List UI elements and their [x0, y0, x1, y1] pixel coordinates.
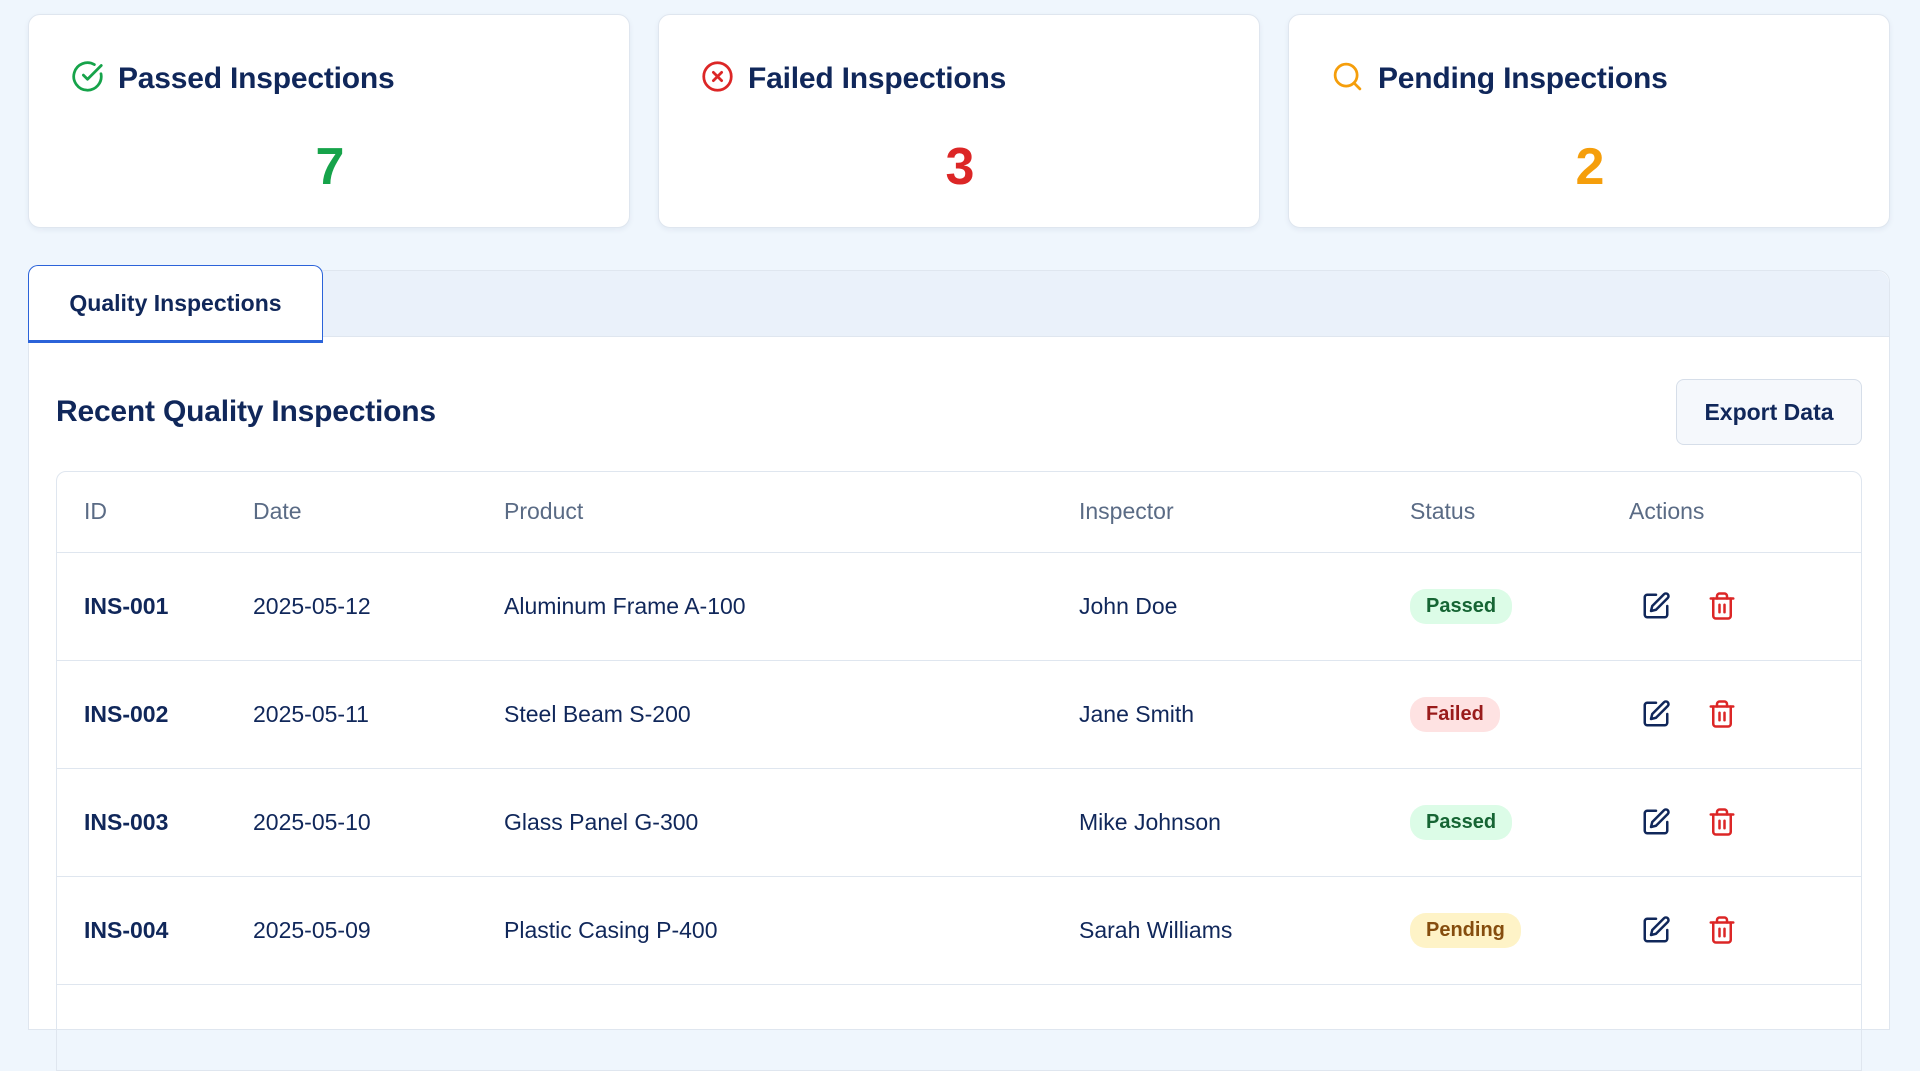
table-row: INS-004 2025-05-09 Plastic Casing P-400 Sar…	[57, 876, 1861, 984]
cell-id: INS-002	[84, 700, 169, 727]
status-badge: Failed	[1410, 696, 1500, 732]
cell-product: Plastic Casing P-400	[504, 916, 718, 943]
trash-icon[interactable]	[1707, 591, 1737, 621]
check-circle-icon	[71, 60, 104, 98]
column-header-status: Status	[1410, 472, 1629, 553]
cell-inspector: Jane Smith	[1079, 700, 1195, 727]
edit-icon[interactable]	[1641, 591, 1671, 621]
cell-inspector: John Doe	[1079, 592, 1178, 619]
section-header: Recent Quality Inspections Export Data	[56, 379, 1862, 445]
tab-strip: Quality Inspections	[28, 265, 1889, 343]
cell-status: Passed	[1410, 768, 1629, 876]
cell-product: Aluminum Frame A-100	[504, 592, 746, 619]
cell-inspector: Sarah Williams	[1079, 916, 1233, 943]
table-header-row: ID Date Product Inspector Status Actions	[57, 472, 1861, 553]
cell-actions	[1629, 552, 1861, 660]
cell-product: Glass Panel G-300	[504, 808, 699, 835]
cell-date: 2025-05-11	[253, 700, 369, 727]
cell-date: 2025-05-10	[253, 808, 371, 835]
table-row: INS-003 2025-05-10 Glass Panel G-300 Mike J…	[57, 768, 1861, 876]
edit-icon[interactable]	[1641, 699, 1671, 729]
stat-title: Failed Inspections	[748, 62, 1007, 95]
cell-actions	[1629, 876, 1861, 984]
cell-id: INS-001	[84, 592, 169, 619]
stat-card-passed: Passed Inspections 7	[28, 14, 630, 228]
stats-row: Passed Inspections 7 Failed Inspections …	[28, 14, 1890, 228]
x-circle-icon	[701, 60, 734, 98]
column-header-date: Date	[253, 472, 504, 553]
column-header-actions: Actions	[1629, 472, 1861, 553]
column-header-inspector: Inspector	[1079, 472, 1410, 553]
cell-status: Passed	[1410, 552, 1629, 660]
stat-value: 2	[1575, 138, 1605, 196]
export-data-button[interactable]: Export Data	[1676, 379, 1862, 445]
cell-id: INS-004	[84, 916, 169, 943]
cell-status: Pending	[1410, 876, 1629, 984]
stat-card-failed: Failed Inspections 3	[658, 14, 1260, 228]
cell-date: 2025-05-12	[253, 592, 371, 619]
inspections-table: ID Date Product Inspector Status Actions…	[56, 471, 1862, 1071]
cell-actions	[1629, 660, 1861, 768]
cell-id: INS-003	[84, 808, 169, 835]
section-title: Recent Quality Inspections	[56, 395, 436, 428]
column-header-id: ID	[57, 472, 253, 553]
status-badge: Pending	[1410, 912, 1521, 948]
cell-actions	[1629, 768, 1861, 876]
trash-icon[interactable]	[1707, 807, 1737, 837]
tabs-panel: Quality Inspections Recent Quality Inspe…	[28, 265, 1890, 1071]
trash-icon[interactable]	[1707, 915, 1737, 945]
table-row: INS-002 2025-05-11 Steel Beam S-200 Jane Sm…	[57, 660, 1861, 768]
stat-value: 7	[315, 138, 345, 196]
stat-title: Pending Inspections	[1378, 62, 1668, 95]
cell-product: Steel Beam S-200	[504, 700, 691, 727]
status-badge: Passed	[1410, 588, 1513, 624]
status-badge: Passed	[1410, 804, 1513, 840]
stat-card-pending: Pending Inspections 2	[1288, 14, 1890, 228]
trash-icon[interactable]	[1707, 699, 1737, 729]
cell-status: Failed	[1410, 660, 1629, 768]
edit-icon[interactable]	[1641, 807, 1671, 837]
column-header-product: Product	[504, 472, 1079, 553]
cell-inspector: Mike Johnson	[1079, 808, 1221, 835]
tab-quality-inspections[interactable]: Quality Inspections	[28, 265, 323, 343]
stat-value: 3	[945, 138, 975, 196]
edit-icon[interactable]	[1641, 915, 1671, 945]
table-row: INS-001 2025-05-12 Aluminum Frame A-100 Joh…	[57, 552, 1861, 660]
search-icon	[1331, 60, 1364, 98]
stat-title: Passed Inspections	[118, 62, 395, 95]
cell-date: 2025-05-09	[253, 916, 371, 943]
